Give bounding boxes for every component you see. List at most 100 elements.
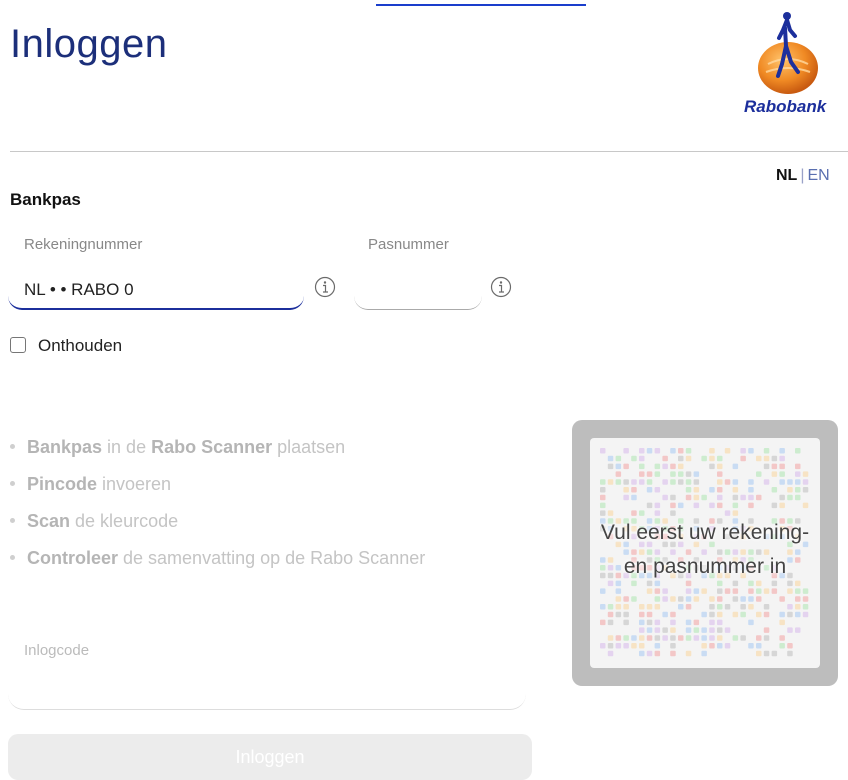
- color-code-dot: [662, 588, 668, 594]
- color-code-dot: [771, 588, 778, 594]
- color-code-dot: [639, 643, 645, 649]
- login-button[interactable]: Inloggen: [8, 734, 532, 780]
- color-code-dot: [678, 471, 684, 477]
- scanner-message: Vul eerst uw rekening- en pasnummer in: [600, 521, 810, 578]
- color-code-dot: [740, 604, 746, 610]
- color-code-dot: [646, 479, 653, 485]
- color-code-dot: [693, 619, 700, 626]
- color-code-dot: [615, 455, 622, 462]
- language-en[interactable]: EN: [807, 167, 829, 184]
- color-code-dot: [709, 596, 715, 602]
- color-code-dot: [685, 455, 692, 462]
- color-code-dot: [779, 479, 785, 485]
- color-code-dot: [701, 643, 707, 649]
- color-code-dot: [787, 611, 793, 618]
- section-title-bankpas: Bankpas: [10, 190, 81, 209]
- info-icon[interactable]: [490, 276, 512, 298]
- color-code-dot: [615, 635, 622, 641]
- color-code-dot: [779, 463, 785, 470]
- color-code-dot: [670, 650, 676, 657]
- color-code-dot: [646, 487, 653, 493]
- color-code-dot: [701, 611, 707, 618]
- color-code-dot: [600, 604, 606, 610]
- color-code-dot: [693, 627, 700, 633]
- color-code-dot: [701, 494, 707, 501]
- bullet-icon: [10, 517, 15, 523]
- color-code-dot: [748, 604, 754, 610]
- color-code-dot: [623, 463, 629, 470]
- language-nl[interactable]: NL: [776, 167, 797, 184]
- color-code-dot: [771, 487, 778, 493]
- login-code-label: Inlogcode: [24, 642, 90, 659]
- color-code-dot: [787, 627, 793, 633]
- color-code-dot: [678, 448, 684, 454]
- color-code-dot: [678, 502, 684, 509]
- color-code-dot: [654, 627, 661, 633]
- topbar-link-underline[interactable]: [376, 0, 586, 6]
- color-code-dot: [670, 463, 676, 470]
- color-code-dot: [670, 494, 676, 501]
- account-number-input[interactable]: NL • • RABO 0: [8, 270, 304, 310]
- color-code-dot: [802, 596, 809, 602]
- color-code-dot: [709, 448, 715, 454]
- color-code-dot: [607, 635, 614, 641]
- color-code-dot: [795, 479, 801, 485]
- color-code-dot: [732, 596, 739, 602]
- card-number-input[interactable]: [354, 270, 482, 310]
- color-code-dot: [802, 479, 809, 485]
- color-code-dot: [623, 448, 629, 454]
- color-code-dot: [631, 643, 637, 649]
- page-title: Inloggen: [10, 22, 168, 66]
- color-code-dot: [685, 494, 692, 501]
- header-divider: [10, 151, 848, 152]
- color-code-dot: [756, 611, 762, 618]
- color-code-dot: [631, 479, 637, 485]
- color-code-dot: [662, 596, 668, 602]
- color-code-dot: [740, 596, 746, 602]
- color-code-dot: [685, 650, 692, 657]
- login-code-input[interactable]: [8, 670, 526, 710]
- color-code-dot: [662, 463, 668, 470]
- color-code-dot: [795, 494, 801, 501]
- color-code-dot: [795, 448, 801, 454]
- color-code-dot: [646, 611, 653, 618]
- color-code-dot: [685, 479, 692, 485]
- color-code-dot: [717, 611, 723, 618]
- instruction-step: Controleer de samenvatting op de Rabo Sc…: [10, 547, 425, 584]
- color-code-dot: [670, 479, 676, 485]
- color-code-dot: [787, 650, 793, 657]
- color-code-dot: [748, 643, 754, 649]
- color-code-dot: [717, 494, 723, 501]
- color-code-dot: [717, 627, 723, 633]
- color-code-dot: [631, 455, 637, 462]
- color-code-dot: [740, 455, 746, 462]
- color-code-dot: [670, 619, 676, 626]
- remember-checkbox[interactable]: [10, 337, 26, 353]
- color-code-dot: [717, 588, 723, 594]
- color-code-dot: [763, 650, 770, 657]
- color-code-dot: [795, 463, 801, 470]
- color-code-dot: [802, 611, 809, 618]
- bullet-icon: [10, 554, 15, 560]
- color-code-dot: [600, 643, 606, 649]
- color-code-dot: [763, 635, 770, 641]
- color-code-dot: [685, 487, 692, 493]
- color-code-dot: [600, 494, 606, 501]
- color-code-dot: [779, 643, 785, 649]
- color-code-dot: [740, 494, 746, 501]
- color-code-dot: [623, 643, 629, 649]
- color-code-dot: [693, 588, 700, 594]
- color-code-dot: [631, 494, 637, 501]
- color-code-dot: [615, 588, 622, 594]
- color-code-dot: [732, 502, 739, 509]
- color-code-dot: [600, 448, 606, 454]
- color-code-dot: [802, 471, 809, 477]
- remember-label[interactable]: Onthouden: [38, 336, 122, 356]
- color-code-dot: [795, 611, 801, 618]
- color-code-dot: [787, 479, 793, 485]
- color-code-dot: [709, 463, 715, 470]
- color-code-dot: [779, 448, 785, 454]
- color-code-dot: [763, 588, 770, 594]
- color-code-dot: [779, 611, 785, 618]
- info-icon[interactable]: [314, 276, 336, 298]
